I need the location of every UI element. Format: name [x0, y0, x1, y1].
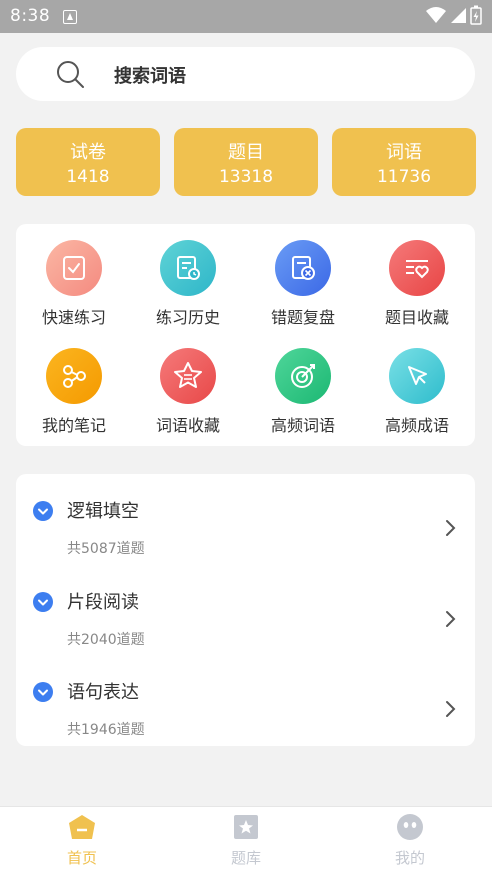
nav-label: 首页 [66, 849, 97, 867]
stat-card-words[interactable]: 词语 11736 [332, 128, 476, 196]
stat-value: 11736 [376, 167, 432, 187]
menu-high-freq-idiom[interactable]: 高频成语 [367, 348, 467, 436]
menu-label: 词语收藏 [155, 416, 220, 435]
list-item-logic-fill[interactable]: 逻辑填空 共5087道题 [16, 482, 475, 570]
list-item-count: 共5087道题 [67, 541, 145, 557]
wifi-icon [426, 7, 446, 23]
status-bar: 8:38 [0, 0, 492, 33]
notification-icon [63, 10, 77, 24]
menu-label: 题目收藏 [384, 308, 449, 327]
menu-label: 练习历史 [155, 308, 220, 327]
profile-icon [397, 814, 423, 840]
menu-label: 我的笔记 [41, 416, 106, 435]
menu-high-freq-word[interactable]: 高频词语 [253, 348, 353, 436]
list-item-title: 语句表达 [67, 682, 139, 703]
list-item-title: 逻辑填空 [67, 501, 139, 522]
stat-card-papers[interactable]: 试卷 1418 [16, 128, 160, 196]
word-favorite-icon [160, 348, 216, 404]
menu-wrong-review[interactable]: 错题复盘 [253, 240, 353, 328]
nav-tab-mine[interactable]: 我的 [370, 813, 450, 868]
search-icon [57, 61, 84, 88]
battery-icon [470, 5, 482, 25]
status-time: 8:38 [10, 6, 51, 26]
wrong-review-icon [275, 240, 331, 296]
feature-grid: 快速练习 练习历史 错题复盘 题目收藏 我的笔记 词语收藏 高频词语 高频成语 [16, 224, 475, 446]
notes-icon [46, 348, 102, 404]
menu-label: 高频词语 [270, 416, 335, 435]
stat-value: 13318 [218, 167, 274, 187]
menu-practice-history[interactable]: 练习历史 [138, 240, 238, 328]
menu-label: 错题复盘 [270, 308, 335, 327]
search-bar[interactable]: 搜索词语 [16, 47, 475, 101]
list-item-sentence-expression[interactable]: 语句表达 共1946道题 [16, 663, 475, 751]
stat-value: 1418 [66, 167, 110, 187]
check-icon [33, 682, 53, 702]
nav-tab-question-bank[interactable]: 题库 [206, 813, 286, 868]
nav-tab-home[interactable]: 首页 [42, 813, 122, 868]
list-item-passage-reading[interactable]: 片段阅读 共2040道题 [16, 573, 475, 661]
chevron-right-icon [446, 520, 456, 536]
bottom-nav: 首页 题库 我的 [0, 806, 492, 874]
menu-word-favorite[interactable]: 词语收藏 [138, 348, 238, 436]
list-item-count: 共1946道题 [67, 722, 145, 738]
search-input[interactable]: 搜索词语 [114, 62, 186, 88]
menu-label: 快速练习 [41, 308, 106, 327]
menu-question-favorite[interactable]: 题目收藏 [367, 240, 467, 328]
stat-card-questions[interactable]: 题目 13318 [174, 128, 318, 196]
signal-icon [451, 8, 466, 23]
check-icon [33, 501, 53, 521]
quick-practice-icon [46, 240, 102, 296]
menu-notes[interactable]: 我的笔记 [24, 348, 124, 436]
stat-label: 试卷 [70, 142, 106, 163]
nav-label: 题库 [230, 849, 261, 867]
practice-history-icon [160, 240, 216, 296]
category-list: 逻辑填空 共5087道题 片段阅读 共2040道题 语句表达 共1946道题 [16, 474, 475, 746]
status-icons [426, 5, 482, 25]
question-favorite-icon [389, 240, 445, 296]
stat-label: 词语 [386, 142, 422, 163]
home-icon [69, 815, 95, 839]
high-freq-idiom-icon [389, 348, 445, 404]
menu-label: 高频成语 [384, 416, 449, 435]
list-item-count: 共2040道题 [67, 632, 145, 648]
nav-label: 我的 [394, 849, 425, 867]
chevron-right-icon [446, 701, 456, 717]
menu-quick-practice[interactable]: 快速练习 [24, 240, 124, 328]
question-bank-icon [234, 815, 258, 839]
high-freq-word-icon [275, 348, 331, 404]
chevron-right-icon [446, 611, 456, 627]
check-icon [33, 592, 53, 612]
stat-label: 题目 [228, 142, 264, 163]
list-item-title: 片段阅读 [67, 592, 139, 613]
